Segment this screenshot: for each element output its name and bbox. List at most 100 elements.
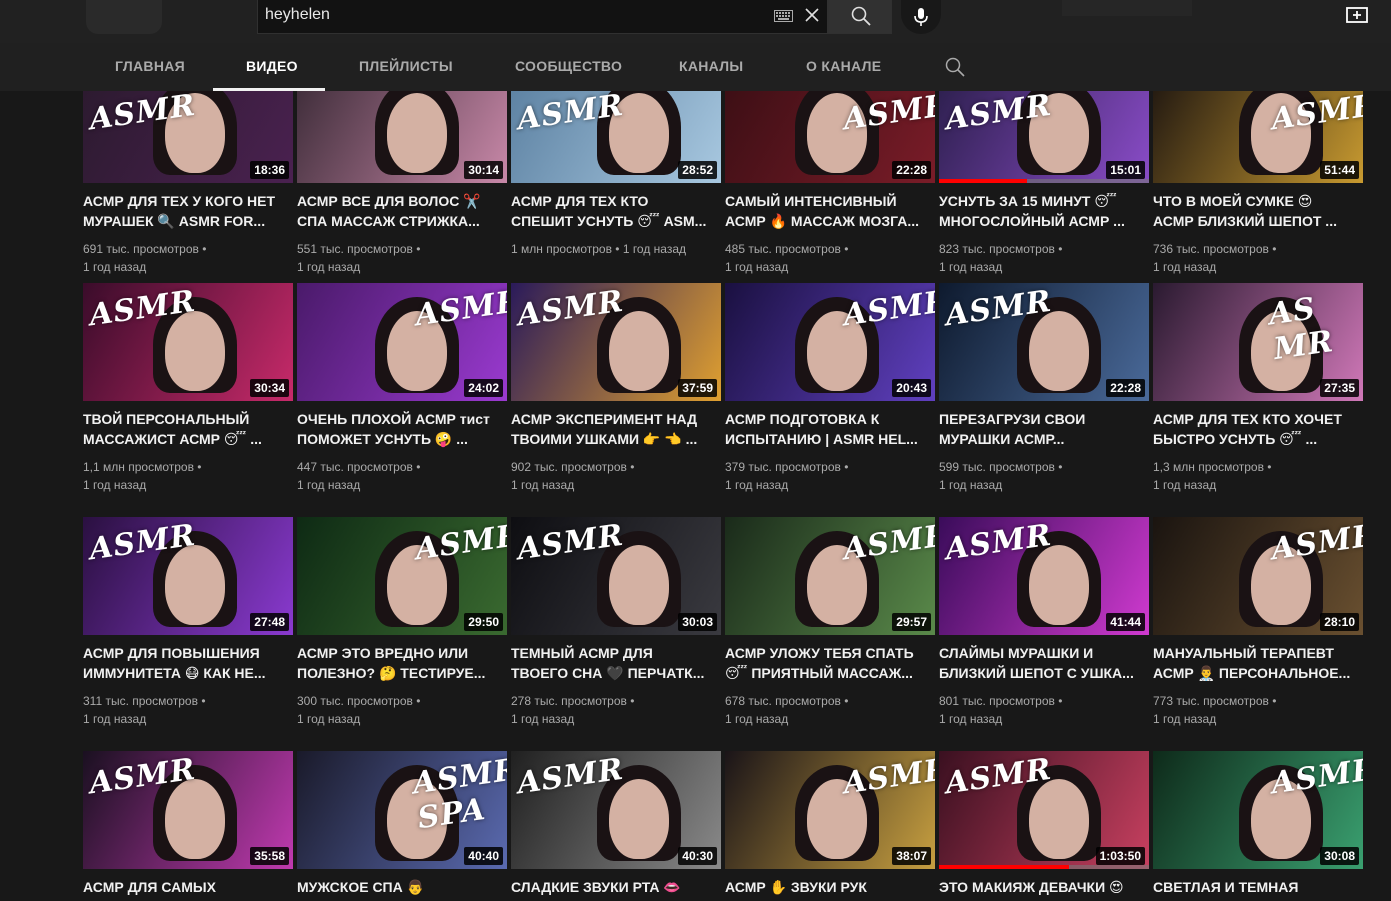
video-title[interactable]: СЛАЙМЫ МУРАШКИ И БЛИЗКИЙ ШЕПОТ С УШКА... <box>939 643 1149 683</box>
video-duration: 20:43 <box>892 379 931 397</box>
video-title[interactable]: АСМР ДЛЯ ПОВЫШЕНИЯ ИММУНИТЕТА 😷 КАК НЕ... <box>83 643 293 683</box>
video-title[interactable]: ТВОЙ ПЕРСОНАЛЬНЫЙ МАССАЖИСТ АСМР 😴 ... <box>83 409 293 449</box>
video-thumbnail[interactable]: ASMR 20:43 <box>725 283 935 401</box>
video-title[interactable]: АСМР ДЛЯ ТЕХ У КОГО НЕТ МУРАШЕК 🔍 ASMR FO… <box>83 191 293 231</box>
voice-search-button[interactable] <box>901 0 941 34</box>
video-thumbnail[interactable]: ASMR 28:52 <box>511 91 721 183</box>
upload-age: 1 год назад <box>297 478 361 492</box>
thumbnail-person-face <box>609 545 669 625</box>
video-thumbnail[interactable]: ASMR 40:30 <box>511 751 721 869</box>
video-title-line: БЛИЗКИЙ ШЕПОТ С УШКА... <box>939 665 1134 681</box>
masthead-placeholder <box>1062 0 1192 16</box>
tab-playlists[interactable]: ПЛЕЙЛИСТЫ <box>359 58 453 74</box>
video-thumbnail[interactable]: ASMR 15:01 <box>939 91 1149 183</box>
view-count: 691 тыс. просмотров • <box>83 242 207 256</box>
tab-community[interactable]: СООБЩЕСТВО <box>515 58 622 74</box>
video-duration: 29:50 <box>464 613 503 631</box>
thumbnail-asmr-logo: ASMR <box>841 517 935 568</box>
video-thumbnail[interactable]: ASMR 1:03:50 <box>939 751 1149 869</box>
video-title[interactable]: СЛАДКИЕ ЗВУКИ РТА 👄 <box>511 877 721 897</box>
video-thumbnail[interactable]: ASMR 30:34 <box>83 283 293 401</box>
video-thumbnail[interactable]: 30:14 <box>297 91 507 183</box>
video-title[interactable]: ЧТО В МОЕЙ СУМКЕ 😍 АСМР БЛИЗКИЙ ШЕПОТ ... <box>1153 191 1363 231</box>
video-title[interactable]: САМЫЙ ИНТЕНСИВНЫЙ АСМР 🔥 МАССАЖ МОЗГА... <box>725 191 935 231</box>
tab-videos[interactable]: ВИДЕО <box>246 58 298 74</box>
video-thumbnail[interactable]: ASMR 27:48 <box>83 517 293 635</box>
channel-search-icon[interactable] <box>945 57 965 77</box>
video-title-line: СЛАДКИЕ ЗВУКИ РТА 👄 <box>511 879 681 895</box>
video-duration: 22:28 <box>892 161 931 179</box>
video-title-line: БЫСТРО УСНУТЬ 😴 ... <box>1153 431 1318 447</box>
video-thumbnail[interactable]: ASMR SPA 40:40 <box>297 751 507 869</box>
upload-age: 1 год назад <box>511 478 575 492</box>
video-title[interactable]: ОЧЕНЬ ПЛОХОЙ АСМР тист ПОМОЖЕТ УСНУТЬ 🤪 .… <box>297 409 507 449</box>
video-duration: 27:48 <box>250 613 289 631</box>
video-title-line: АСМР БЛИЗКИЙ ШЕПОТ ... <box>1153 213 1337 229</box>
video-thumbnail[interactable]: ASMR 38:07 <box>725 751 935 869</box>
video-title[interactable]: АСМР ЭТО ВРЕДНО ИЛИ ПОЛЕЗНО? 🤔 ТЕСТИРУЕ..… <box>297 643 507 683</box>
video-title-line: 😴 ПРИЯТНЫЙ МАССАЖ... <box>725 665 913 681</box>
video-title[interactable]: МАНУАЛЬНЫЙ ТЕРАПЕВТ АСМР 👨‍⚕️ ПЕРСОНАЛЬНО… <box>1153 643 1363 683</box>
video-metadata: 551 тыс. просмотров • 1 год назад <box>297 240 507 276</box>
video-thumbnail[interactable]: ASMR 24:02 <box>297 283 507 401</box>
video-title[interactable]: УСНУТЬ ЗА 15 МИНУТ 😴 МНОГОСЛОЙНЫЙ АСМР ..… <box>939 191 1149 231</box>
video-thumbnail[interactable]: ASMR 37:59 <box>511 283 721 401</box>
video-title-line: МУЖСКОЕ СПА 👨 <box>297 879 425 895</box>
thumbnail-person-face <box>387 93 447 173</box>
view-count: 1 млн просмотров • 1 год назад <box>511 242 687 256</box>
video-grid: ASMR 18:36 АСМР ДЛЯ ТЕХ У КОГО НЕТ МУРАШЕК … <box>0 91 1391 901</box>
video-thumbnail[interactable]: ASMR 51:44 <box>1153 91 1363 183</box>
video-title[interactable]: АСМР ПОДГОТОВКА К ИСПЫТАНИЮ | ASMR HEL... <box>725 409 935 449</box>
video-title[interactable]: ЭТО МАКИЯЖ ДЕВАЧКИ 😍 <box>939 877 1149 897</box>
clear-icon[interactable] <box>804 7 820 23</box>
view-count: 379 тыс. просмотров • <box>725 460 849 474</box>
search-box[interactable]: heyhelen <box>257 0 828 34</box>
video-thumbnail[interactable]: ASMR 30:08 <box>1153 751 1363 869</box>
video-thumbnail[interactable]: ASMR 30:03 <box>511 517 721 635</box>
video-title[interactable]: АСМР ДЛЯ САМЫХ <box>83 877 293 897</box>
video-title[interactable]: АСМР ДЛЯ ТЕХ КТО ХОЧЕТ БЫСТРО УСНУТЬ 😴 ..… <box>1153 409 1363 449</box>
upload-age: 1 год назад <box>1153 260 1217 274</box>
video-thumbnail[interactable]: ASMR 41:44 <box>939 517 1149 635</box>
video-thumbnail[interactable]: ASMR 22:28 <box>939 283 1149 401</box>
video-title[interactable]: АСМР ✋ ЗВУКИ РУК <box>725 877 935 897</box>
video-title-line: АСМР 🔥 МАССАЖ МОЗГА... <box>725 213 920 229</box>
video-title[interactable]: АСМР УЛОЖУ ТЕБЯ СПАТЬ 😴 ПРИЯТНЫЙ МАССАЖ..… <box>725 643 935 683</box>
video-thumbnail[interactable]: ASMR 22:28 <box>725 91 935 183</box>
video-title-line: АСМР ДЛЯ САМЫХ <box>83 879 216 895</box>
thumbnail-asmr-logo: ASMR <box>413 283 507 334</box>
video-title[interactable]: СВЕТЛАЯ И ТЕМНАЯ <box>1153 877 1363 897</box>
video-duration: 30:08 <box>1320 847 1359 865</box>
video-thumbnail[interactable]: ASMR 18:36 <box>83 91 293 183</box>
video-thumbnail[interactable]: ASMR 29:57 <box>725 517 935 635</box>
video-thumbnail[interactable]: AS MR 27:35 <box>1153 283 1363 401</box>
video-duration: 30:34 <box>250 379 289 397</box>
create-video-icon[interactable] <box>1346 6 1368 24</box>
video-thumbnail[interactable]: ASMR 35:58 <box>83 751 293 869</box>
video-title[interactable]: АСМР ДЛЯ ТЕХ КТО СПЕШИТ УСНУТЬ 😴 ASM... <box>511 191 721 231</box>
video-thumbnail[interactable]: ASMR 29:50 <box>297 517 507 635</box>
video-title[interactable]: МУЖСКОЕ СПА 👨 <box>297 877 507 897</box>
video-title[interactable]: АСМР ЭКСПЕРИМЕНТ НАД ТВОИМИ УШКАМИ 👉 👈 ..… <box>511 409 721 449</box>
logo[interactable] <box>86 0 162 34</box>
video-title[interactable]: ТЕМНЫЙ АСМР ДЛЯ ТВОЕГО СНА 🖤 ПЕРЧАТК... <box>511 643 721 683</box>
video-metadata: 1,3 млн просмотров • 1 год назад <box>1153 458 1363 494</box>
video-thumbnail[interactable]: ASMR 28:10 <box>1153 517 1363 635</box>
masthead: heyhelen <box>0 0 1391 43</box>
view-count: 678 тыс. просмотров • <box>725 694 849 708</box>
video-metadata: 1 млн просмотров • 1 год назад <box>511 240 721 258</box>
tab-about[interactable]: О КАНАЛЕ <box>806 58 881 74</box>
search-button[interactable] <box>828 0 892 34</box>
tab-channels[interactable]: КАНАЛЫ <box>679 58 743 74</box>
upload-age: 1 год назад <box>939 260 1003 274</box>
thumbnail-person-face <box>165 779 225 859</box>
video-title-line: СВЕТЛАЯ И ТЕМНАЯ <box>1153 879 1299 895</box>
video-duration: 24:02 <box>464 379 503 397</box>
tab-home[interactable]: ГЛАВНАЯ <box>115 58 185 74</box>
video-title[interactable]: ПЕРЕЗАГРУЗИ СВОИ МУРАШКИ АСМР... <box>939 409 1149 449</box>
search-icon <box>851 6 871 26</box>
view-count: 823 тыс. просмотров • <box>939 242 1063 256</box>
search-input[interactable]: heyhelen <box>265 6 330 24</box>
keyboard-icon[interactable] <box>774 10 793 22</box>
video-title[interactable]: АСМР ВСЕ ДЛЯ ВОЛОС ✂️ СПА МАССАЖ СТРИЖКА.… <box>297 191 507 231</box>
